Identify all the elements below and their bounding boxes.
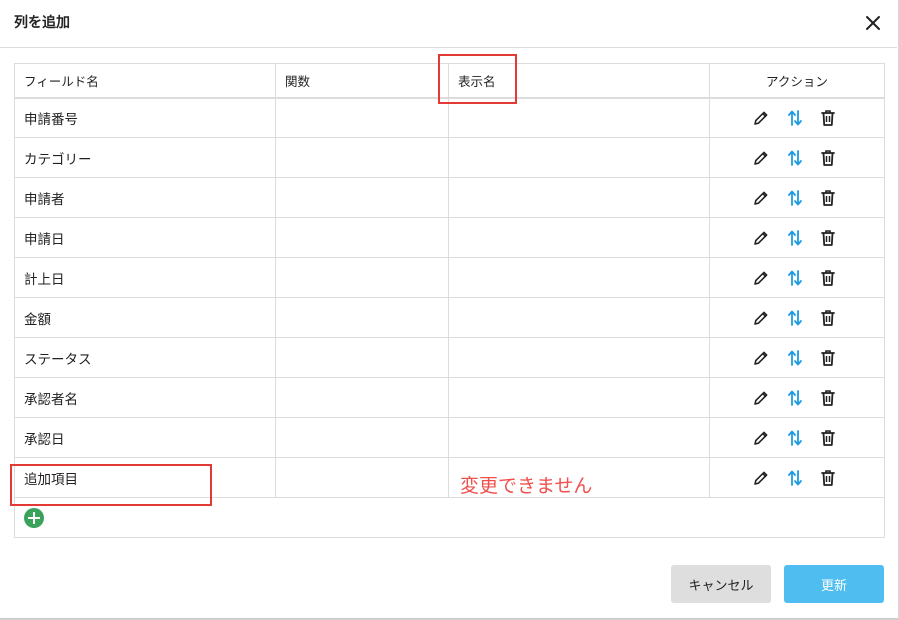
- header-field-name: フィールド名: [14, 63, 276, 99]
- function-cell[interactable]: [275, 217, 449, 258]
- action-cell: [709, 97, 885, 138]
- trash-icon[interactable]: [818, 228, 838, 248]
- field-name-cell: 承認日: [14, 417, 276, 458]
- edit-icon[interactable]: [751, 388, 771, 408]
- highlight-display-name-header: [438, 54, 517, 104]
- table-row: カテゴリー: [14, 137, 885, 178]
- reorder-arrows-icon[interactable]: [785, 108, 805, 128]
- function-cell[interactable]: [275, 457, 449, 498]
- reorder-arrows-icon[interactable]: [785, 388, 805, 408]
- field-name-cell: 金額: [14, 297, 276, 338]
- display-name-cell[interactable]: [448, 217, 710, 258]
- trash-icon[interactable]: [818, 388, 838, 408]
- reorder-arrows-icon[interactable]: [785, 348, 805, 368]
- highlight-added-field: [10, 464, 212, 506]
- edit-icon[interactable]: [751, 148, 771, 168]
- display-name-cell[interactable]: [448, 417, 710, 458]
- add-column-dialog: 列を追加 フィールド名 関数 表示名 アクション 申請番号 カテゴリー 申請者 …: [0, 0, 899, 620]
- reorder-arrows-icon[interactable]: [785, 188, 805, 208]
- function-cell[interactable]: [275, 177, 449, 218]
- field-name-cell: ステータス: [14, 337, 276, 378]
- edit-icon[interactable]: [751, 348, 771, 368]
- field-name-cell: 申請者: [14, 177, 276, 218]
- trash-icon[interactable]: [818, 348, 838, 368]
- function-cell[interactable]: [275, 417, 449, 458]
- annotation-note: 変更できません: [460, 475, 593, 497]
- trash-icon[interactable]: [818, 108, 838, 128]
- action-cell: [709, 137, 885, 178]
- function-cell[interactable]: [275, 337, 449, 378]
- field-name-cell: 申請番号: [14, 97, 276, 138]
- table-row: 計上日: [14, 257, 885, 298]
- action-cell: [709, 337, 885, 378]
- reorder-arrows-icon[interactable]: [785, 308, 805, 328]
- header-function: 関数: [275, 63, 449, 99]
- display-name-cell[interactable]: [448, 177, 710, 218]
- add-column-plus-icon[interactable]: [24, 507, 44, 528]
- edit-icon[interactable]: [751, 188, 771, 208]
- action-cell: [709, 377, 885, 418]
- cancel-button[interactable]: キャンセル: [671, 565, 771, 603]
- function-cell[interactable]: [275, 257, 449, 298]
- edit-icon[interactable]: [751, 428, 771, 448]
- dialog-title: 列を追加: [14, 15, 70, 31]
- reorder-arrows-icon[interactable]: [785, 268, 805, 288]
- trash-icon[interactable]: [818, 468, 838, 488]
- field-name-cell: カテゴリー: [14, 137, 276, 178]
- display-name-cell[interactable]: [448, 377, 710, 418]
- table-row: 承認者名: [14, 377, 885, 418]
- action-cell: [709, 297, 885, 338]
- field-name-cell: 承認者名: [14, 377, 276, 418]
- trash-icon[interactable]: [818, 148, 838, 168]
- display-name-cell[interactable]: [448, 137, 710, 178]
- reorder-arrows-icon[interactable]: [785, 148, 805, 168]
- display-name-cell[interactable]: [448, 337, 710, 378]
- action-cell: [709, 217, 885, 258]
- edit-icon[interactable]: [751, 268, 771, 288]
- field-name-cell: 申請日: [14, 217, 276, 258]
- edit-icon[interactable]: [751, 108, 771, 128]
- close-icon[interactable]: [861, 11, 885, 35]
- update-button[interactable]: 更新: [784, 565, 884, 603]
- trash-icon[interactable]: [818, 268, 838, 288]
- action-cell: [709, 257, 885, 298]
- table-row: ステータス: [14, 337, 885, 378]
- field-name-cell: 計上日: [14, 257, 276, 298]
- function-cell[interactable]: [275, 297, 449, 338]
- action-cell: [709, 417, 885, 458]
- action-cell: [709, 177, 885, 218]
- function-cell[interactable]: [275, 97, 449, 138]
- trash-icon[interactable]: [818, 188, 838, 208]
- reorder-arrows-icon[interactable]: [785, 228, 805, 248]
- display-name-cell[interactable]: [448, 297, 710, 338]
- table-row: 承認日: [14, 417, 885, 458]
- action-cell: [709, 457, 885, 498]
- header-action: アクション: [709, 63, 885, 99]
- display-name-cell[interactable]: [448, 257, 710, 298]
- trash-icon[interactable]: [818, 428, 838, 448]
- reorder-arrows-icon[interactable]: [785, 468, 805, 488]
- table-row: 金額: [14, 297, 885, 338]
- dialog-header: 列を追加: [0, 0, 897, 48]
- edit-icon[interactable]: [751, 308, 771, 328]
- reorder-arrows-icon[interactable]: [785, 428, 805, 448]
- table-row: 申請者: [14, 177, 885, 218]
- edit-icon[interactable]: [751, 228, 771, 248]
- table-row: 申請日: [14, 217, 885, 258]
- edit-icon[interactable]: [751, 468, 771, 488]
- trash-icon[interactable]: [818, 308, 838, 328]
- function-cell[interactable]: [275, 137, 449, 178]
- function-cell[interactable]: [275, 377, 449, 418]
